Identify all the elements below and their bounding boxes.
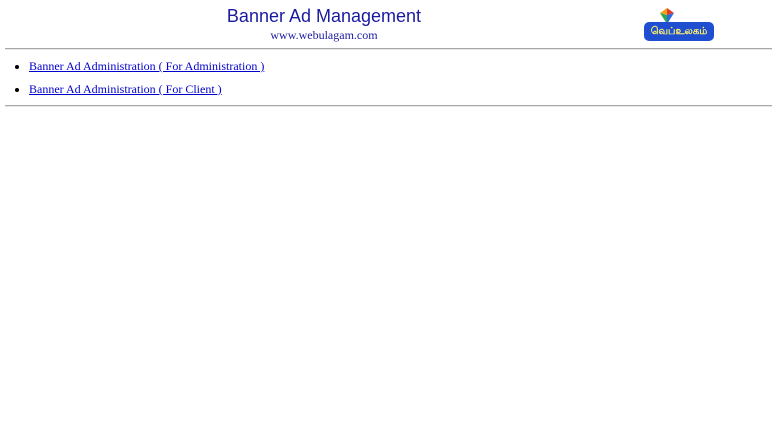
logo-text: வெப்உலகம் (644, 22, 714, 41)
admin-link-administration[interactable]: Banner Ad Administration ( For Administr… (29, 59, 264, 73)
bottom-divider (5, 105, 772, 107)
list-item: Banner Ad Administration ( For Administr… (29, 58, 264, 74)
admin-link-client[interactable]: Banner Ad Administration ( For Client ) (29, 82, 222, 96)
title-block: Banner Ad Management www.webulagam.com (224, 6, 424, 42)
top-divider (5, 48, 772, 50)
list-item: Banner Ad Administration ( For Client ) (29, 81, 264, 97)
page-header: Banner Ad Management www.webulagam.com வ… (0, 0, 777, 48)
site-url: www.webulagam.com (270, 28, 378, 42)
page-title: Banner Ad Management (226, 6, 422, 26)
admin-link-list: Banner Ad Administration ( For Administr… (0, 58, 264, 104)
webulagam-logo: வெப்உலகம் (642, 7, 716, 43)
